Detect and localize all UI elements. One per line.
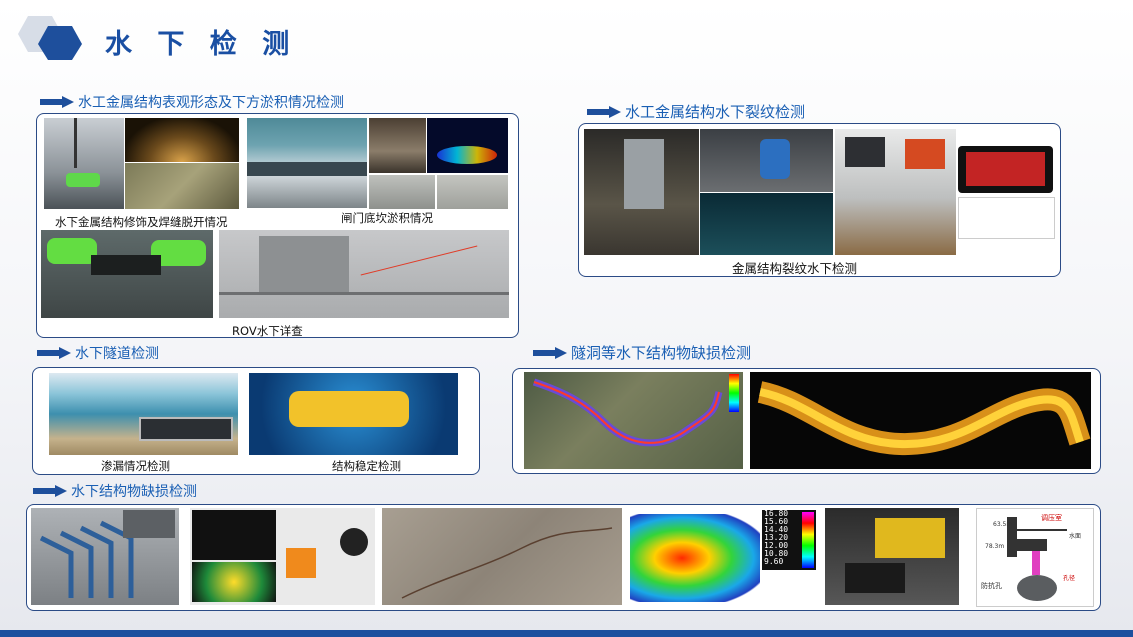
outlet-section-diagram: 调压室 水面 63.5m 78.3m 防抗孔 孔径 (976, 508, 1094, 607)
caption-rov: ROV水下详查 (232, 324, 303, 338)
pipe-model-image (31, 508, 179, 605)
underwater-weld-photo (125, 163, 239, 209)
caption-weld: 水下金属结构修饰及焊缝脱开情况 (55, 215, 228, 229)
sediment-photo-2 (437, 175, 508, 209)
diagram-label: 防抗孔 (981, 582, 1002, 590)
logo-hexagon-icon (18, 16, 82, 60)
crack-signal-chart (958, 197, 1055, 239)
arrow-right-icon (40, 96, 74, 108)
diagram-label: 63.5m (993, 521, 1013, 528)
bottom-bar (0, 630, 1133, 637)
section-title: 水下结构物缺损检测 (71, 484, 197, 500)
section-title: 水工金属结构表观形态及下方淤积情况检测 (78, 95, 344, 111)
sonar-weld-image (125, 118, 239, 162)
section-header-metal-surface: 水工金属结构表观形态及下方淤积情况检测 (40, 92, 344, 112)
caption-leak: 渗漏情况检测 (101, 459, 170, 473)
arrow-right-icon (37, 347, 71, 359)
arrow-right-icon (587, 105, 621, 118)
sonar-scan-image (427, 118, 508, 173)
underwater-diver-photo (700, 193, 833, 255)
diagram-label: 水面 (1069, 533, 1082, 540)
tunnel-defect-scan (750, 372, 1091, 469)
section-title: 水工金属结构水下裂纹检测 (625, 103, 806, 121)
structure-stability-image (249, 373, 458, 455)
caption-crack: 金属结构裂纹水下检测 (732, 261, 858, 276)
caption-stability: 结构稳定检测 (332, 459, 401, 473)
section-header-crack: 水工金属结构水下裂纹检测 (587, 101, 805, 122)
gate-channel-photo (369, 118, 426, 173)
rov-crane-photo (44, 118, 124, 209)
diagram-label: 78.3m (985, 543, 1005, 550)
sonar-software-screen (190, 508, 375, 605)
section-title: 水下隧道检测 (75, 346, 159, 362)
sediment-photo-1 (369, 175, 435, 209)
diagram-label: 调压室 (1041, 514, 1062, 522)
arrow-right-icon (33, 485, 67, 497)
section-header-tunnel: 水下隧道检测 (37, 343, 159, 363)
section-header-structure-defect: 水下结构物缺损检测 (33, 481, 197, 501)
rov-survey-diagram (219, 230, 509, 318)
section-title: 隧洞等水下结构物缺损检测 (571, 344, 752, 362)
arrow-right-icon (533, 346, 567, 359)
leak-detection-image (49, 373, 238, 455)
rov-equipment-photo (825, 508, 959, 605)
underwater-crack-photo (382, 508, 622, 605)
section-header-tunnel-defect: 隧洞等水下结构物缺损检测 (533, 342, 751, 363)
river-terrain-map (524, 372, 743, 469)
page-title: 水 下 检 测 (105, 29, 298, 60)
crack-instrument-photo (835, 129, 956, 255)
caption-gate-sediment: 闸门底坎淤积情况 (341, 211, 433, 225)
depth-heatmap: 16.80 15.60 14.40 13.20 12.00 10.80 9.60 (630, 508, 820, 605)
diver-inspection-photo (700, 129, 833, 192)
crack-meter-screen (958, 146, 1053, 193)
diagram-label: 孔径 (1063, 575, 1076, 582)
gate-structure-photo (247, 118, 367, 208)
crack-probe-photo (584, 129, 699, 255)
rov-frame-photo (41, 230, 213, 318)
legend-value: 9.60 (764, 557, 784, 566)
